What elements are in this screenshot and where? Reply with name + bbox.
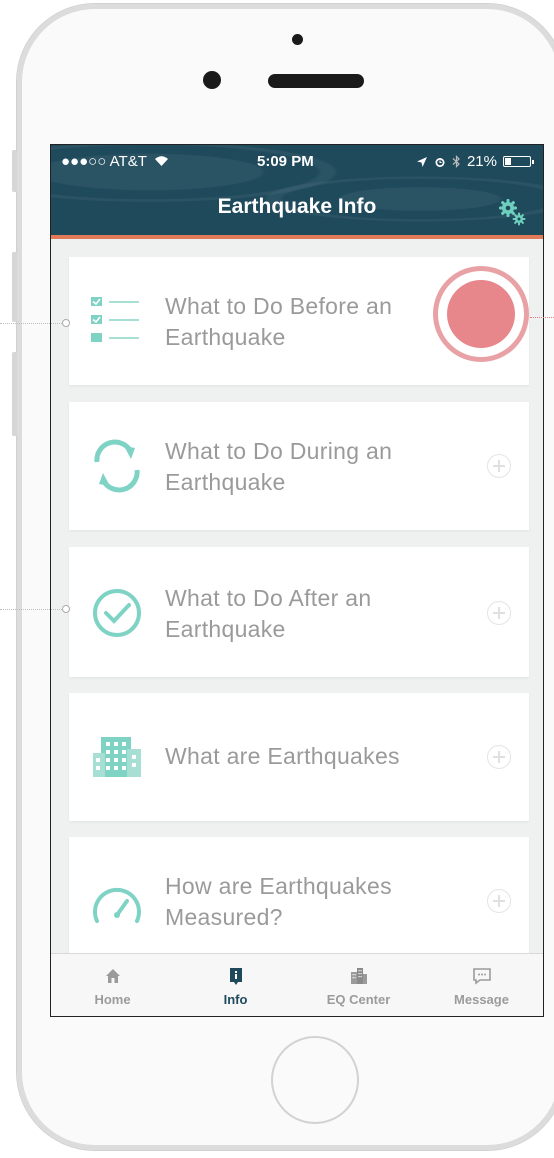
tab-eq-center[interactable]: EQ Center (297, 954, 420, 1016)
callout-line-right (530, 317, 554, 318)
volume-down-button (12, 352, 17, 436)
card-label: What are Earthquakes (165, 743, 400, 769)
gears-icon[interactable] (497, 197, 527, 227)
tab-message[interactable]: Message (420, 954, 543, 1016)
proximity-sensor (203, 71, 221, 89)
status-bar: ●●●○○ AT&T 5:09 PM 21% (51, 153, 543, 173)
gauge-icon (93, 887, 141, 923)
card-what-are-earthquakes[interactable]: What are Earthquakes (69, 693, 529, 821)
status-right: 21% (416, 153, 534, 170)
alarm-icon (435, 157, 445, 167)
tab-label: EQ Center (326, 992, 391, 1007)
tab-label: Home (94, 992, 131, 1007)
tab-label: Info (223, 992, 248, 1007)
mute-switch (12, 150, 17, 192)
tap-indicator (433, 266, 529, 362)
nav-bar: ●●●○○ AT&T 5:09 PM 21% Earthquake Info (51, 145, 543, 239)
expand-plus-icon[interactable] (487, 745, 511, 769)
expand-plus-icon[interactable] (487, 889, 511, 913)
page-title: Earthquake Info (217, 195, 377, 218)
card-label: What to Do During an Earthquake (165, 438, 393, 495)
callout-line-left-1 (0, 323, 62, 324)
card-label: How are Earthquakes Measured? (165, 873, 392, 930)
callout-dot (62, 319, 70, 327)
tab-label: Message (454, 992, 509, 1007)
home-button[interactable] (271, 1036, 359, 1124)
city-icon (350, 968, 367, 984)
tab-info[interactable]: Info (174, 954, 297, 1016)
callout-line-left-2 (0, 609, 62, 610)
expand-plus-icon[interactable] (487, 601, 511, 625)
building-icon (93, 737, 141, 777)
battery-percent: 21% (466, 153, 497, 170)
location-arrow-icon (416, 156, 427, 167)
tab-bar: Home Info EQ Center Message (51, 953, 543, 1016)
refresh-icon (94, 439, 140, 493)
check-circle-icon (93, 589, 141, 637)
checklist-icon (91, 297, 139, 342)
tab-home[interactable]: Home (51, 954, 174, 1016)
bluetooth-icon (452, 155, 460, 168)
card-after-earthquake[interactable]: What to Do After an Earthquake (69, 547, 529, 677)
message-icon (472, 968, 491, 985)
card-label: What to Do After an Earthquake (165, 585, 372, 642)
carrier-label: ●●●○○ AT&T (61, 153, 169, 170)
card-during-earthquake[interactable]: What to Do During an Earthquake (69, 402, 529, 530)
card-how-measured[interactable]: How are Earthquakes Measured? (69, 837, 529, 965)
callout-dot (62, 605, 70, 613)
volume-up-button (12, 252, 17, 322)
home-icon (105, 969, 120, 983)
wifi-icon (154, 156, 168, 166)
battery-icon (503, 156, 534, 167)
front-camera (292, 34, 303, 45)
card-label: What to Do Before an Earthquake (165, 293, 393, 350)
speaker-grille (268, 74, 364, 88)
expand-plus-icon[interactable] (487, 454, 511, 478)
carrier-text: ●●●○○ AT&T (61, 153, 147, 170)
info-icon (229, 968, 242, 985)
clock: 5:09 PM (257, 153, 314, 170)
